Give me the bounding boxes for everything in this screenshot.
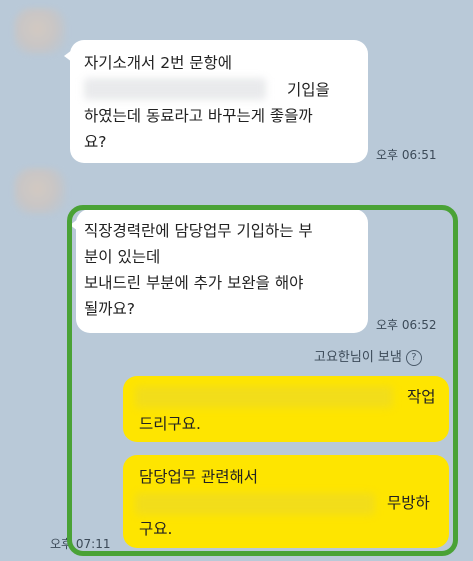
avatar[interactable] <box>14 8 66 54</box>
message-text: 자기소개서 2번 문항에 <box>84 54 233 72</box>
message-text: 요? <box>84 133 107 151</box>
avatar[interactable] <box>14 168 66 214</box>
message-timestamp: 오후 06:51 <box>376 148 437 162</box>
highlight-frame <box>67 205 458 556</box>
incoming-message-bubble[interactable]: 자기소개서 2번 문항에 기입을 하였는데 동료라고 바꾸는게 좋을까 요? <box>64 40 368 163</box>
message-text: 기입을 <box>287 81 330 99</box>
message-text: 하였는데 동료라고 바꾸는게 좋을까 <box>84 107 313 125</box>
redacted-text <box>84 78 266 100</box>
